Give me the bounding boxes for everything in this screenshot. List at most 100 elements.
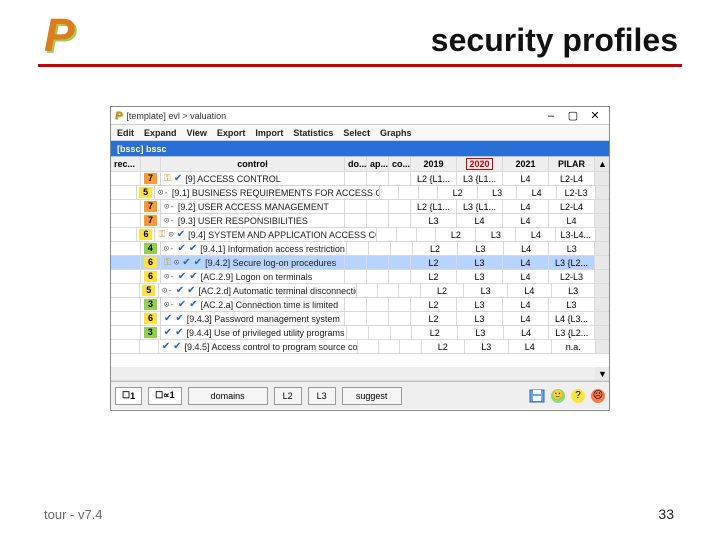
scroll-track[interactable] xyxy=(595,214,609,227)
tree-toggle-icon[interactable]: ⊙- xyxy=(164,300,175,310)
year-cell-y2019[interactable]: L2 {L1... xyxy=(411,200,457,213)
year-cell-pilar[interactable]: L2-L4 xyxy=(549,200,595,213)
vscroll-down[interactable]: ▼ xyxy=(595,367,609,380)
menu-expand[interactable]: Expand xyxy=(144,128,177,138)
level-l2-button[interactable]: L2 xyxy=(274,387,302,405)
year-cell-y2021[interactable]: L4 xyxy=(517,186,557,199)
tree-toggle-icon[interactable]: ⊙- xyxy=(162,286,173,296)
col-rec[interactable]: rec... xyxy=(111,157,141,171)
col-2019[interactable]: 2019 xyxy=(411,157,457,171)
year-cell-y2020[interactable]: L3 xyxy=(476,228,516,241)
year-cell-y2020[interactable]: L3 xyxy=(457,270,503,283)
tree-toggle-icon[interactable]: ⊙- xyxy=(164,216,175,226)
close-button[interactable]: ✕ xyxy=(589,110,601,122)
table-row[interactable]: 7⊙-[9.3] USER RESPONSIBILITIESL3L4L4L4 xyxy=(111,214,609,228)
year-cell-y2019[interactable]: L2 xyxy=(411,256,457,269)
table-row[interactable]: 4⊙-✔✔[9.4.1] Information access restrict… xyxy=(111,242,609,256)
year-cell-pilar[interactable]: L3 {L2... xyxy=(549,326,595,339)
year-cell-y2021[interactable]: L4 xyxy=(503,200,549,213)
col-pilar[interactable]: PILAR xyxy=(549,157,595,171)
year-cell-pilar[interactable]: L2-L4 xyxy=(549,172,595,185)
control-cell[interactable]: ⊙-✔✔[AC.2.a] Connection time is limited xyxy=(161,298,345,311)
year-cell-y2021[interactable]: L4 xyxy=(503,270,549,283)
status-good-icon[interactable]: 🙂 xyxy=(551,389,565,403)
scroll-track[interactable] xyxy=(595,256,609,269)
status-warn-icon[interactable]: ? xyxy=(571,389,585,403)
filter-box-1[interactable]: ☐ 1 xyxy=(115,387,142,405)
table-row[interactable]: 5⊙-✔✔[AC.2.d] Automatic terminal disconn… xyxy=(111,284,609,298)
year-cell-pilar[interactable]: L4 xyxy=(549,214,595,227)
table-row[interactable]: 3✔✔[9.4.4] Use of privileged utility pro… xyxy=(111,326,609,340)
vscroll-up[interactable]: ▲ xyxy=(595,157,609,171)
tree-toggle-icon[interactable]: ⊙ xyxy=(174,258,179,268)
year-cell-pilar[interactable]: L3 {L2... xyxy=(549,256,595,269)
col-co[interactable]: co... xyxy=(389,157,411,171)
table-row[interactable]: 6⊙-✔✔[AC.2.9] Logon on terminalsL2L3L4L2… xyxy=(111,270,609,284)
control-cell[interactable]: ⚿✔[9] ACCESS CONTROL xyxy=(161,172,345,185)
scroll-track[interactable] xyxy=(595,200,609,213)
year-cell-y2020[interactable]: L3 xyxy=(464,284,508,297)
control-cell[interactable]: ⚿⊙✔✔[9.4.2] Secure log-on procedures xyxy=(161,256,345,269)
status-bad-icon[interactable]: ☹ xyxy=(591,389,605,403)
control-cell[interactable]: ⊙-[9.3] USER RESPONSIBILITIES xyxy=(161,214,345,227)
level-l3-button[interactable]: L3 xyxy=(308,387,336,405)
filter-box-2[interactable]: ☐ ∝1 xyxy=(148,387,182,405)
table-row[interactable]: 6✔✔[9.4.3] Password management systemL2L… xyxy=(111,312,609,326)
breadcrumb[interactable]: [bssc] bssc xyxy=(111,141,609,156)
control-cell[interactable]: ⊙-✔✔[9.4.1] Information access restricti… xyxy=(161,242,347,255)
year-cell-y2020[interactable]: L3 xyxy=(457,298,503,311)
year-cell-y2019[interactable]: L2 xyxy=(411,270,457,283)
year-cell-y2020[interactable]: L3 {L1... xyxy=(457,200,503,213)
control-cell[interactable]: ⚿⊙✔[9.4] SYSTEM AND APPLICATION ACCESS C… xyxy=(155,228,377,241)
control-cell[interactable]: ✔✔[9.4.4] Use of privileged utility prog… xyxy=(161,326,347,339)
suggest-button[interactable]: suggest xyxy=(342,387,402,405)
scroll-track[interactable] xyxy=(595,242,609,255)
tree-toggle-icon[interactable]: ⊙- xyxy=(164,244,175,254)
col-2021[interactable]: 2021 xyxy=(503,157,549,171)
year-cell-y2019[interactable]: L2 xyxy=(421,284,465,297)
year-cell-pilar[interactable]: L4 {L3... xyxy=(549,312,595,325)
year-cell-y2021[interactable]: L4 xyxy=(503,298,549,311)
scroll-track[interactable] xyxy=(595,312,609,325)
year-cell-y2019[interactable]: L2 xyxy=(438,186,478,199)
scroll-track[interactable] xyxy=(595,326,609,339)
tree-toggle-icon[interactable]: ⊙ xyxy=(168,230,173,240)
year-cell-pilar[interactable]: L3 xyxy=(549,242,595,255)
year-cell-y2020[interactable]: L3 xyxy=(457,256,503,269)
table-row[interactable]: 3⊙-✔✔[AC.2.a] Connection time is limited… xyxy=(111,298,609,312)
year-cell-y2020[interactable]: L3 {L1... xyxy=(457,172,503,185)
year-cell-y2019[interactable]: L2 xyxy=(411,298,457,311)
table-row[interactable]: 6⚿⊙✔✔[9.4.2] Secure log-on proceduresL2L… xyxy=(111,256,609,270)
control-cell[interactable]: ⊙-[9.1] BUSINESS REQUIREMENTS FOR ACCESS… xyxy=(155,186,380,199)
menu-export[interactable]: Export xyxy=(217,128,246,138)
year-cell-pilar[interactable]: L3-L4... xyxy=(556,228,596,241)
minimize-button[interactable]: – xyxy=(545,110,557,122)
year-cell-y2021[interactable]: L4 xyxy=(503,256,549,269)
menu-statistics[interactable]: Statistics xyxy=(293,128,333,138)
year-cell-pilar[interactable]: L3 xyxy=(549,298,595,311)
scroll-track[interactable] xyxy=(595,270,609,283)
table-row[interactable]: 5⊙-[9.1] BUSINESS REQUIREMENTS FOR ACCES… xyxy=(111,186,609,200)
year-cell-y2019[interactable]: L2 xyxy=(413,242,459,255)
scroll-track[interactable] xyxy=(595,172,609,185)
year-cell-y2019[interactable]: L2 xyxy=(412,326,458,339)
table-row[interactable]: ✔✔[9.4.5] Access control to program sour… xyxy=(111,340,609,354)
year-cell-y2020[interactable]: L4 xyxy=(457,214,503,227)
control-cell[interactable]: ✔✔[9.4.5] Access control to program sour… xyxy=(159,340,359,353)
control-cell[interactable]: ✔✔[9.4.3] Password management system xyxy=(161,312,345,325)
menu-view[interactable]: View xyxy=(187,128,207,138)
year-cell-y2020[interactable]: L3 xyxy=(457,312,503,325)
col-ap[interactable]: ap... xyxy=(367,157,389,171)
year-cell-y2021[interactable]: L4 xyxy=(509,340,553,353)
control-cell[interactable]: ⊙-[9.2] USER ACCESS MANAGEMENT xyxy=(161,200,345,213)
year-cell-y2021[interactable]: L4 xyxy=(503,172,549,185)
year-cell-pilar[interactable]: L2-L3 xyxy=(549,270,595,283)
col-do[interactable]: do... xyxy=(345,157,367,171)
menu-select[interactable]: Select xyxy=(343,128,370,138)
scroll-track[interactable] xyxy=(596,340,609,353)
menu-edit[interactable]: Edit xyxy=(117,128,134,138)
scroll-track[interactable] xyxy=(595,284,609,297)
year-cell-y2019[interactable]: L2 xyxy=(436,228,476,241)
tree-toggle-icon[interactable]: ⊙- xyxy=(164,202,175,212)
scroll-track[interactable] xyxy=(595,298,609,311)
